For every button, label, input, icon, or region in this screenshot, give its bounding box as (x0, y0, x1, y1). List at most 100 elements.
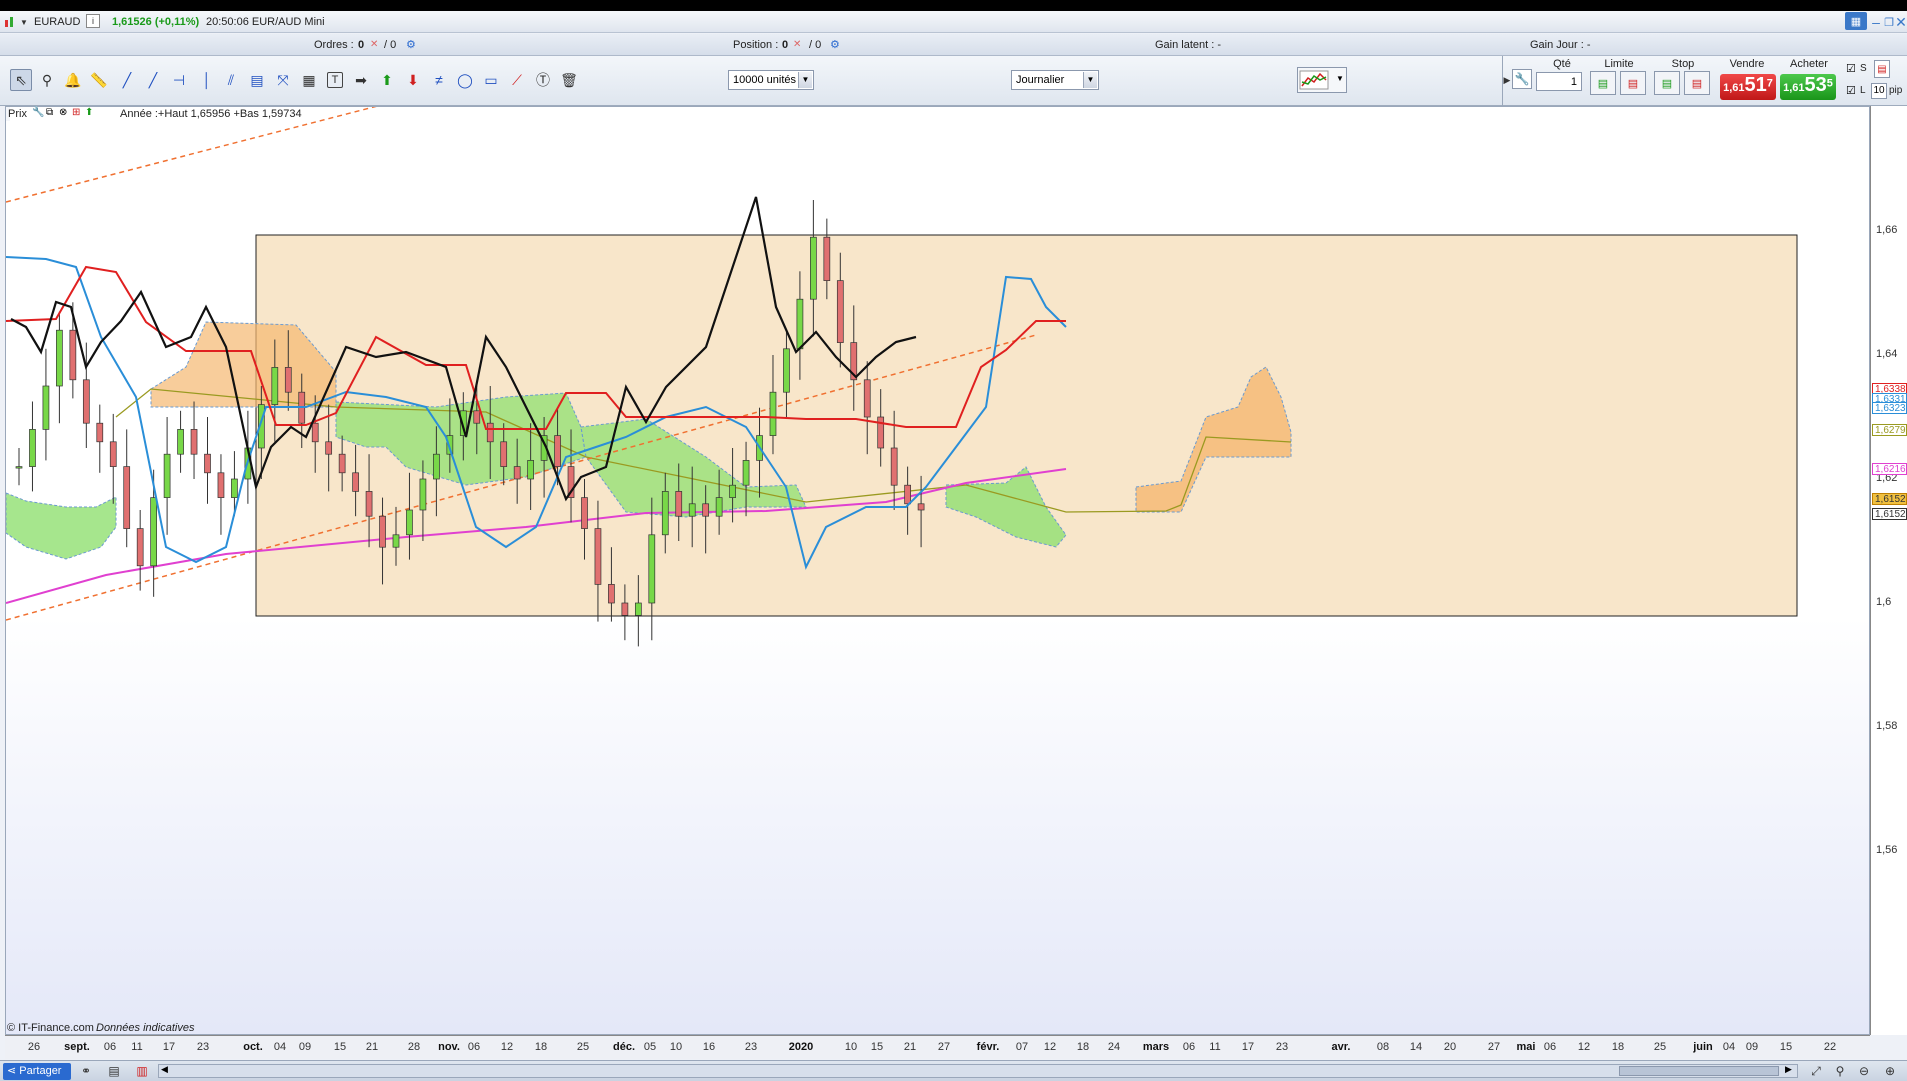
restore-icon[interactable]: ❐ (1883, 11, 1895, 33)
candle-down (365, 491, 373, 517)
chart-type-icon[interactable]: ▥ (132, 1061, 152, 1081)
candle-up (56, 329, 63, 387)
parallel-lines-icon[interactable]: ≠ (428, 69, 450, 91)
candle-down (311, 422, 319, 443)
indicator-selector[interactable]: ▼ (1297, 67, 1347, 93)
chart-canvas[interactable] (6, 107, 1871, 1036)
s-checkbox[interactable]: ☑ (1846, 62, 1856, 75)
time-tick: 06 (467, 1041, 481, 1053)
layout-icon[interactable]: ⚭ (76, 1061, 96, 1081)
price-axis[interactable] (1870, 106, 1907, 1035)
symbol-label[interactable]: EURAUD (34, 16, 80, 28)
period-select[interactable]: Journalier ▼ (1011, 70, 1099, 90)
close-circle-icon[interactable]: ⊗ (59, 107, 67, 118)
scroll-right-icon[interactable]: ▶ (1785, 1064, 1792, 1075)
buy-button[interactable]: 1,61535 (1780, 74, 1836, 100)
s-label: S (1860, 63, 1867, 74)
cancel-orders-icon[interactable]: ✕ (370, 39, 378, 50)
limit-buy-icon[interactable]: ▤ (1590, 71, 1616, 95)
sell-header: Vendre (1729, 58, 1765, 70)
close-position-icon[interactable]: ✕ (793, 39, 801, 50)
candle-up (392, 534, 400, 548)
chevron-down-icon[interactable]: ▼ (798, 72, 812, 88)
stop-sell-icon[interactable]: ▤ (1684, 71, 1710, 95)
candle-up (769, 391, 777, 436)
pitchfork-icon[interactable]: ▦ (298, 69, 320, 91)
candle-up (163, 453, 171, 498)
chart-icon[interactable] (2, 11, 18, 33)
zoom-icon[interactable]: ⚲ (36, 69, 58, 91)
buy-price-sup: 5 (1826, 77, 1833, 90)
arrow-up-icon[interactable]: ⬆ (376, 69, 398, 91)
price-chart[interactable]: Prix 🔧 ⧉ ⊗ ⊞ ⬆ Année :+Haut 1,65956 +Bas… (5, 106, 1870, 1035)
drawing-toolbar: ⇖ ⚲ 🔔 📏 ╱ ╱ ⊣ │ ⫽ ▤ ⤧ ▦ T ➡ ⬆ ⬇ ≠ ◯ ▭ ⟋ … (0, 56, 1907, 106)
qty-input[interactable] (1536, 72, 1582, 91)
ruler-icon[interactable]: 📏 (88, 69, 110, 91)
scrollbar-thumb[interactable] (1619, 1066, 1779, 1076)
wrench-icon[interactable]: 🔧 (32, 107, 44, 118)
l-checkbox[interactable]: ☑ (1846, 84, 1856, 97)
pips-input[interactable]: 10 (1871, 83, 1887, 99)
template-icon[interactable]: ▤ (104, 1061, 124, 1081)
rectangle-icon[interactable]: ▭ (480, 69, 502, 91)
channel-icon[interactable]: ⫽ (220, 69, 242, 91)
close-icon[interactable]: ✕ (1895, 11, 1907, 33)
data-note: Données indicatives (96, 1022, 195, 1034)
symbol-dropdown-icon[interactable]: ▼ (18, 11, 30, 33)
arrow-down-icon[interactable]: ⬇ (402, 69, 424, 91)
wrench-icon[interactable]: 🔧 (1512, 69, 1532, 89)
line-icon[interactable]: ╱ (142, 69, 164, 91)
segment-icon[interactable]: ╱ (116, 69, 138, 91)
time-tick: 26 (27, 1041, 41, 1053)
share-button[interactable]: ⋖ Partager (3, 1063, 71, 1080)
stop-buy-icon[interactable]: ▤ (1654, 71, 1680, 95)
up-icon[interactable]: ⬆ (85, 107, 93, 118)
zoom-out-icon[interactable]: ⊖ (1854, 1061, 1874, 1081)
vertical-line-icon[interactable]: │ (196, 69, 218, 91)
candle-down (486, 422, 494, 443)
magnifier-text-icon[interactable]: Ⓣ (532, 69, 554, 91)
time-tick: sept. (64, 1041, 90, 1053)
trend-tool-icon[interactable]: ⟋ (506, 69, 528, 91)
horizontal-scrollbar[interactable]: ◀ ▶ (158, 1064, 1798, 1078)
sell-button[interactable]: 1,61517 (1720, 74, 1776, 100)
position-settings-icon[interactable]: ⚙ (830, 38, 840, 51)
price-tick: 1,66 (1876, 224, 1898, 236)
time-tick: 06 (103, 1041, 117, 1053)
fibonacci-icon[interactable]: ▤ (246, 69, 268, 91)
chevron-down-icon[interactable]: ▼ (1083, 72, 1097, 88)
scroll-left-icon[interactable]: ◀ (161, 1064, 168, 1075)
minimize-icon[interactable]: – (1870, 11, 1882, 33)
time-tick: 21 (365, 1041, 379, 1053)
ellipse-icon[interactable]: ◯ (454, 69, 476, 91)
panel-collapse-icon[interactable]: ▶ (1502, 69, 1512, 91)
chevron-down-icon[interactable]: ▼ (1336, 74, 1344, 83)
add-indicator-icon[interactable]: ⊞ (72, 107, 80, 118)
orders-settings-icon[interactable]: ⚙ (406, 38, 416, 51)
order-ticket-icon[interactable]: ▤ (1874, 60, 1890, 78)
horizontal-line-icon[interactable]: ⊣ (168, 69, 190, 91)
time-tick: 17 (162, 1041, 176, 1053)
time-tick: 23 (1275, 1041, 1289, 1053)
arrow-right-icon[interactable]: ➡ (350, 69, 372, 91)
stop-header: Stop (1671, 58, 1695, 70)
prix-label: Prix (8, 108, 27, 120)
price-change: 1,61526 (+0,11%) (112, 16, 200, 28)
alert-bell-icon[interactable]: 🔔 (62, 69, 84, 91)
time-tick: 23 (744, 1041, 758, 1053)
info-icon[interactable]: i (86, 14, 100, 28)
orders-sep: / 0 (384, 39, 397, 51)
grid-view-icon[interactable]: ▦ (1845, 12, 1867, 30)
fan-icon[interactable]: ⤧ (272, 69, 294, 91)
title-bar: ▼ EURAUD i 1,61526 (+0,11%) 20:50:06 EUR… (0, 11, 1907, 33)
zoom-fit-icon[interactable]: ⚲ (1830, 1061, 1850, 1081)
trash-icon[interactable]: 🗑 (558, 69, 580, 91)
limit-sell-icon[interactable]: ▤ (1620, 71, 1646, 95)
autoscale-icon[interactable]: ⤢ (1806, 1061, 1826, 1081)
candle-down (325, 441, 333, 455)
text-tool-icon[interactable]: T (327, 72, 343, 88)
pointer-icon[interactable]: ⇖ (10, 69, 32, 91)
quantity-select[interactable]: 10000 unités ▼ (728, 70, 814, 90)
window-icon[interactable]: ⧉ (46, 107, 53, 118)
zoom-in-icon[interactable]: ⊕ (1880, 1061, 1900, 1081)
